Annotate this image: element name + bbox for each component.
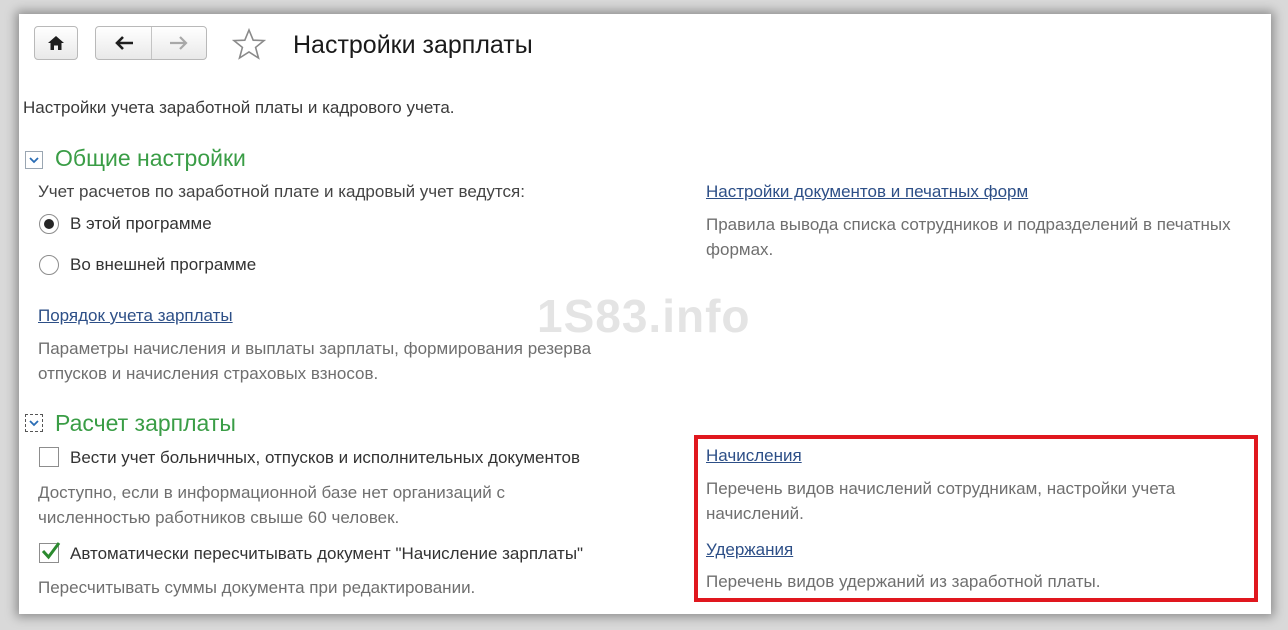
- arrow-right-icon: [170, 36, 188, 50]
- sick-leave-checkbox[interactable]: [39, 447, 59, 467]
- collapse-payroll-button[interactable]: [25, 414, 43, 432]
- home-icon: [48, 36, 64, 50]
- chevron-down-icon: [29, 419, 39, 426]
- radio-external-program-label[interactable]: Во внешней программе: [70, 255, 256, 275]
- auto-recalc-hint: Пересчитывать суммы документа при редакт…: [38, 578, 476, 597]
- settings-window: Настройки зарплаты Настройки учета зараб…: [19, 14, 1271, 614]
- sick-leave-hint: Доступно, если в информационной базе нет…: [38, 483, 505, 527]
- auto-recalc-checkbox[interactable]: [39, 542, 61, 563]
- arrow-left-icon: [114, 36, 133, 50]
- back-button[interactable]: [96, 27, 152, 59]
- chevron-down-icon: [29, 156, 39, 163]
- radio-external-program[interactable]: [39, 255, 59, 275]
- star-icon[interactable]: [232, 28, 266, 60]
- accruals-link[interactable]: Начисления: [706, 446, 802, 466]
- watermark: 1S83.info: [537, 290, 751, 342]
- page-title: Настройки зарплаты: [293, 31, 533, 59]
- auto-recalc-checkbox-label[interactable]: Автоматически пересчитывать документ "На…: [70, 544, 583, 564]
- deductions-hint: Перечень видов удержаний из заработной п…: [706, 572, 1101, 591]
- accounting-mode-label: Учет расчетов по заработной плате и кадр…: [38, 182, 525, 201]
- section-header-general: Общие настройки: [55, 145, 246, 171]
- radio-selected-dot: [44, 219, 54, 229]
- payroll-order-link[interactable]: Порядок учета зарплаты: [38, 306, 233, 326]
- accruals-hint: Перечень видов начислений сотрудникам, н…: [706, 479, 1176, 523]
- documents-settings-link[interactable]: Настройки документов и печатных форм: [706, 182, 1028, 202]
- documents-settings-hint: Правила вывода списка сотрудников и подр…: [706, 215, 1231, 259]
- radio-this-program[interactable]: [39, 214, 59, 234]
- forward-button[interactable]: [152, 27, 206, 59]
- sick-leave-checkbox-label[interactable]: Вести учет больничных, отпусков и исполн…: [70, 448, 580, 468]
- collapse-general-button[interactable]: [25, 151, 43, 169]
- history-navigation: [95, 26, 207, 60]
- payroll-order-hint: Параметры начисления и выплаты зарплаты,…: [38, 339, 592, 383]
- radio-this-program-label[interactable]: В этой программе: [70, 214, 212, 234]
- page-description: Настройки учета заработной платы и кадро…: [23, 98, 455, 117]
- home-button[interactable]: [34, 26, 78, 60]
- section-header-payroll: Расчет зарплаты: [55, 410, 236, 436]
- deductions-link[interactable]: Удержания: [706, 540, 793, 560]
- checkmark-icon: [41, 542, 61, 560]
